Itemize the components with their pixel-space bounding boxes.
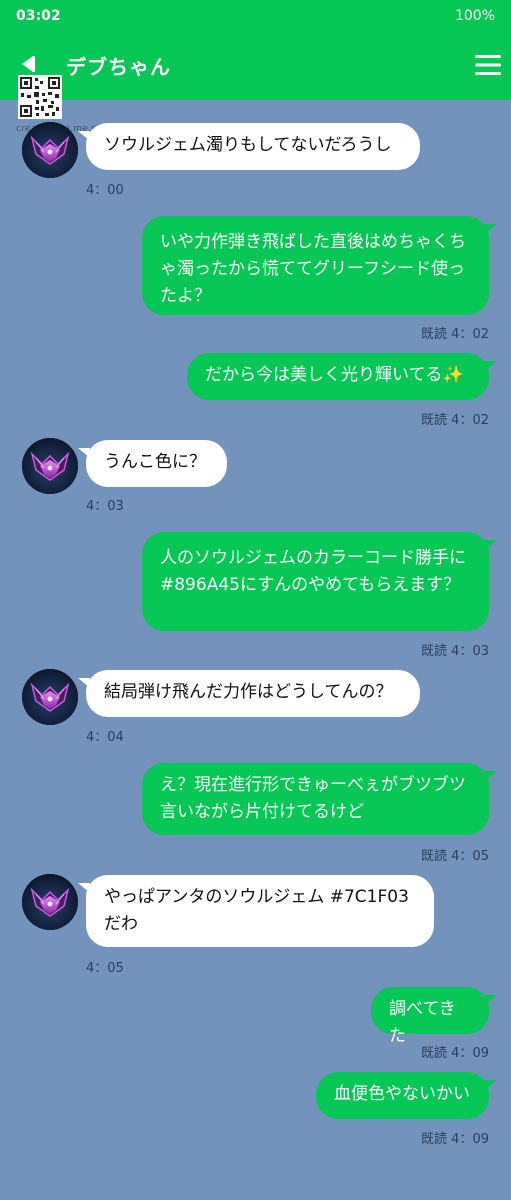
- contact-avatar[interactable]: [22, 669, 78, 725]
- outgoing-message-bubble: いや力作弾き飛ばした直後はめちゃくちゃ濁ったから慌ててグリーフシード使ったよ？: [142, 216, 497, 315]
- back-button[interactable]: [14, 50, 42, 78]
- incoming-message-bubble: ソウルジェム濁りもしてないだろうし: [78, 123, 420, 170]
- contact-avatar[interactable]: [22, 874, 78, 930]
- incoming-message-bubble: うんこ色に？: [78, 440, 227, 487]
- message-time: 4：04: [86, 730, 124, 745]
- incoming-message-bubble: 結局弾け飛んだ力作はどうしてんの？: [78, 670, 420, 717]
- incoming-message-bubble: やっぱアンタのソウルジェム #7C1F03だわ: [78, 875, 434, 947]
- read-receipt-time: 既読 4：09: [421, 1046, 489, 1061]
- read-receipt-time: 既読 4：02: [421, 327, 489, 342]
- contact-avatar[interactable]: [22, 122, 78, 178]
- hamburger-menu-icon: [475, 55, 501, 75]
- menu-button[interactable]: [473, 50, 503, 80]
- status-bar: 03:02 100%: [0, 0, 511, 32]
- read-receipt-time: 既読 4：05: [421, 849, 489, 864]
- message-time: 4：03: [86, 499, 124, 514]
- message-time: 4：00: [86, 183, 124, 198]
- read-receipt-time: 既読 4：09: [421, 1132, 489, 1147]
- outgoing-message-bubble: 人のソウルジェムのカラーコード勝手に#896A45にすんのやめてもらえます？: [142, 532, 497, 631]
- outgoing-message-bubble: 血便色やないかい: [316, 1072, 497, 1119]
- outgoing-message-bubble: え？現在進行形できゅーべぇがブツブツ言いながら片付けてるけど: [142, 763, 497, 835]
- outgoing-message-bubble: 調べてきた: [371, 987, 497, 1046]
- contact-avatar[interactable]: [22, 438, 78, 494]
- back-arrow-icon: [22, 56, 35, 72]
- status-time: 03:02: [16, 8, 61, 24]
- battery-level: 100%: [454, 8, 495, 24]
- chat-title: デブちゃん: [66, 55, 171, 79]
- chat-header: デブちゃん: [0, 32, 511, 100]
- read-receipt-time: 既読 4：03: [421, 644, 489, 659]
- read-receipt-time: 既読 4：02: [421, 413, 489, 428]
- message-time: 4：05: [86, 961, 124, 976]
- outgoing-message-bubble: だから今は美しく光り輝いてる✨: [187, 353, 497, 400]
- qr-code-icon: [18, 75, 62, 119]
